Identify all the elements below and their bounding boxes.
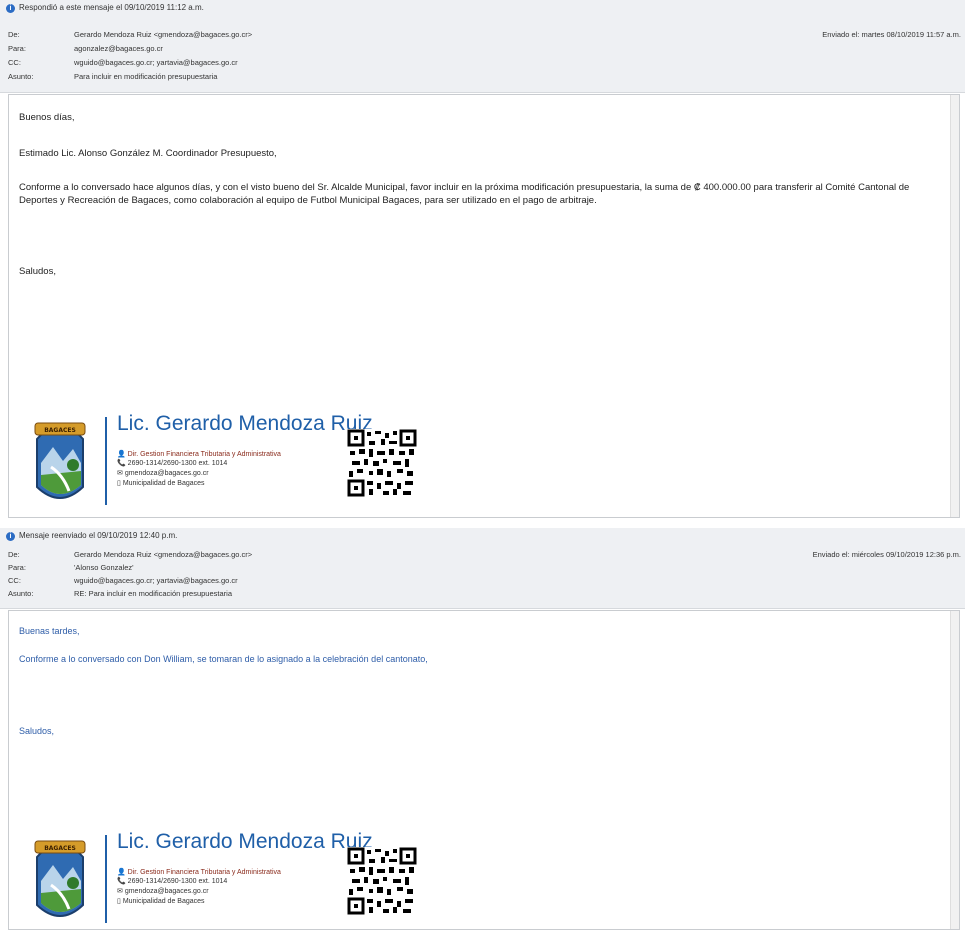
message2-paragraph: Conforme a lo conversado con Don William…: [19, 654, 428, 664]
message2-sent: Enviado el: miércoles 09/10/2019 12:36 p…: [813, 550, 961, 560]
envelope-icon: ✉: [117, 470, 123, 477]
message1-paragraph: Conforme a lo conversado hace algunos dí…: [19, 182, 910, 206]
message2-scrollbar[interactable]: [950, 611, 959, 929]
message1-info-text: Respondió a este mensaje el 09/10/2019 1…: [19, 3, 204, 12]
signature-divider: [105, 417, 107, 505]
building-icon: ▯: [117, 898, 121, 905]
crest-text: BAGACES: [44, 845, 76, 852]
message2-info-bar[interactable]: i Mensaje reenviado el 09/10/2019 12:40 …: [6, 529, 177, 543]
signature-phone-text: 2690-1314/2690-1300 ext. 1014: [127, 878, 228, 885]
signature-title-text: Dir. Gestion Financiera Tributaria y Adm…: [127, 451, 281, 458]
sent-label: Enviado el:: [812, 550, 850, 559]
signature-phone-text: 2690-1314/2690-1300 ext. 1014: [127, 460, 228, 467]
signature-title: 👤 Dir. Gestion Financiera Tributaria y A…: [117, 868, 281, 877]
message2-greeting: Buenas tardes,: [19, 626, 80, 636]
info-icon: i: [6, 3, 15, 13]
signature-block: BAGACES Lic. Gerardo Mendoza Ruiz 👤 Dir.…: [29, 830, 449, 925]
message1-greeting: Buenos días,: [19, 112, 75, 123]
message1-body[interactable]: Buenos días, Estimado Lic. Alonso Gonzál…: [8, 94, 960, 518]
subject-label: Asunto:: [8, 72, 34, 81]
to-label: Para:: [8, 563, 26, 572]
signature-phone: 📞 2690-1314/2690-1300 ext. 1014: [117, 459, 227, 468]
signature-divider: [105, 835, 107, 923]
signature-name: Lic. Gerardo Mendoza Ruiz: [117, 830, 373, 853]
message2-header: i Mensaje reenviado el 09/10/2019 12:40 …: [0, 528, 965, 609]
message1-scrollbar[interactable]: [950, 95, 959, 517]
subject-label: Asunto:: [8, 589, 34, 598]
to-value[interactable]: 'Alonso Gonzalez': [74, 563, 134, 573]
signature-name: Lic. Gerardo Mendoza Ruiz: [117, 412, 373, 435]
message1-salutation: Estimado Lic. Alonso González M. Coordin…: [19, 148, 277, 159]
to-value[interactable]: agonzalez@bagaces.go.cr: [74, 44, 163, 54]
phone-icon: 📞: [117, 878, 126, 885]
subject-value: RE: Para incluir en modificación presupu…: [74, 589, 232, 598]
from-label: De:: [8, 550, 20, 559]
message1-closing: Saludos,: [19, 266, 56, 277]
signature-email-text[interactable]: gmendoza@bagaces.go.cr: [125, 888, 209, 895]
signature-org-text: Municipalidad de Bagaces: [122, 480, 205, 487]
cc-value[interactable]: wguido@bagaces.go.cr; yartavia@bagaces.g…: [74, 58, 238, 68]
sent-value: miércoles 09/10/2019 12:36 p.m.: [851, 550, 961, 559]
message2-closing: Saludos,: [19, 726, 55, 736]
info-icon: i: [6, 531, 15, 541]
message1-sent: Enviado el: martes 08/10/2019 11:57 a.m.: [822, 30, 961, 40]
cc-value[interactable]: wguido@bagaces.go.cr; yartavia@bagaces.g…: [74, 576, 238, 586]
municipality-crest-logo: BAGACES: [34, 422, 86, 499]
sent-value: martes 08/10/2019 11:57 a.m.: [861, 30, 961, 39]
signature-title-text: Dir. Gestion Financiera Tributaria y Adm…: [127, 869, 281, 876]
signature-phone: 📞 2690-1314/2690-1300 ext. 1014: [117, 877, 227, 886]
to-label: Para:: [8, 44, 26, 53]
building-icon: ▯: [117, 480, 121, 487]
message2-info-text: Mensaje reenviado el 09/10/2019 12:40 p.…: [19, 531, 178, 540]
signature-title: 👤 Dir. Gestion Financiera Tributaria y A…: [117, 450, 281, 459]
from-label: De:: [8, 30, 20, 39]
cc-label: CC:: [8, 58, 21, 67]
from-value[interactable]: Gerardo Mendoza Ruiz <gmendoza@bagaces.g…: [74, 30, 252, 40]
message2-body[interactable]: Buenas tardes, Conforme a lo conversado …: [8, 610, 960, 930]
subject-value: Para incluir en modificación presupuesta…: [74, 72, 218, 81]
from-value[interactable]: Gerardo Mendoza Ruiz <gmendoza@bagaces.g…: [74, 550, 252, 560]
person-icon: 👤: [117, 451, 126, 458]
signature-email[interactable]: ✉ gmendoza@bagaces.go.cr: [117, 887, 209, 896]
message1-header: i Respondió a este mensaje el 09/10/2019…: [0, 0, 965, 93]
phone-icon: 📞: [117, 460, 126, 467]
sent-label: Enviado el:: [822, 30, 860, 39]
message1-info-bar[interactable]: i Respondió a este mensaje el 09/10/2019…: [6, 1, 204, 15]
qr-code-image: [347, 429, 417, 497]
signature-email-text[interactable]: gmendoza@bagaces.go.cr: [125, 470, 209, 477]
signature-org-text: Municipalidad de Bagaces: [122, 898, 205, 905]
signature-block: BAGACES Lic. Gerardo Mendoza Ruiz 👤 Dir.…: [29, 412, 449, 507]
person-icon: 👤: [117, 869, 126, 876]
municipality-crest-logo: BAGACES: [34, 840, 86, 917]
crest-text: BAGACES: [44, 427, 76, 434]
signature-org: ▯ Municipalidad de Bagaces: [117, 479, 205, 488]
envelope-icon: ✉: [117, 888, 123, 895]
signature-org: ▯ Municipalidad de Bagaces: [117, 897, 205, 906]
cc-label: CC:: [8, 576, 21, 585]
qr-code-image: [347, 847, 417, 915]
signature-email[interactable]: ✉ gmendoza@bagaces.go.cr: [117, 469, 209, 478]
